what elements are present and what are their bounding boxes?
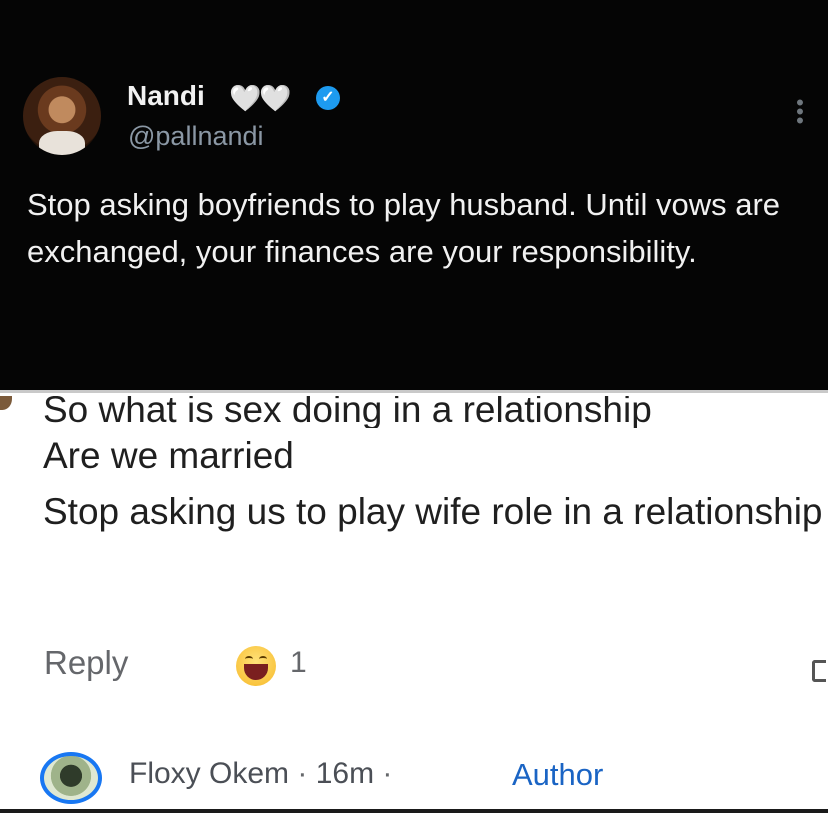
dot-separator: ·: [297, 757, 316, 790]
comment-time: 16m: [315, 757, 375, 790]
comment-line-2: Are we married: [43, 435, 294, 476]
comment-text: So what is sex doing in a relationship A…: [43, 396, 823, 540]
tweet-card: Nandi 🤍🤍 ✓ @pallnandi • • • Stop asking bo…: [0, 0, 828, 390]
screenshot-divider: [0, 390, 828, 393]
comment-line-3: Stop asking us to play wife role in a re…: [43, 491, 823, 532]
commenter-name[interactable]: Floxy Okem: [129, 757, 289, 790]
verified-badge-icon: ✓: [316, 86, 340, 110]
bottom-border: [0, 809, 828, 813]
emoji-eye-right: [259, 656, 267, 662]
tweet-text: Stop asking boyfriends to play husband. …: [27, 187, 781, 269]
comment-cut-line: So what is sex doing in a relationship: [43, 396, 652, 428]
white-heart-icons: 🤍🤍: [229, 83, 292, 113]
dot-separator-2: ·: [382, 757, 393, 790]
like-icon-cropped[interactable]: [812, 660, 826, 682]
tweet-author-handle[interactable]: @pallnandi: [128, 121, 264, 152]
haha-reaction-icon[interactable]: [236, 646, 280, 686]
more-options-icon[interactable]: • • •: [796, 92, 804, 132]
author-badge: Author: [512, 757, 604, 792]
reaction-count[interactable]: 1: [290, 646, 307, 680]
commenter-meta: Floxy Okem · 16m ·: [129, 757, 392, 791]
tweet-avatar[interactable]: [23, 77, 101, 155]
avatar-shirt: [39, 131, 85, 155]
emoji-eye-left: [245, 656, 253, 662]
reply-button[interactable]: Reply: [44, 644, 128, 682]
commenter-avatar[interactable]: [40, 752, 102, 804]
tweet-author-name[interactable]: Nandi: [127, 80, 205, 112]
